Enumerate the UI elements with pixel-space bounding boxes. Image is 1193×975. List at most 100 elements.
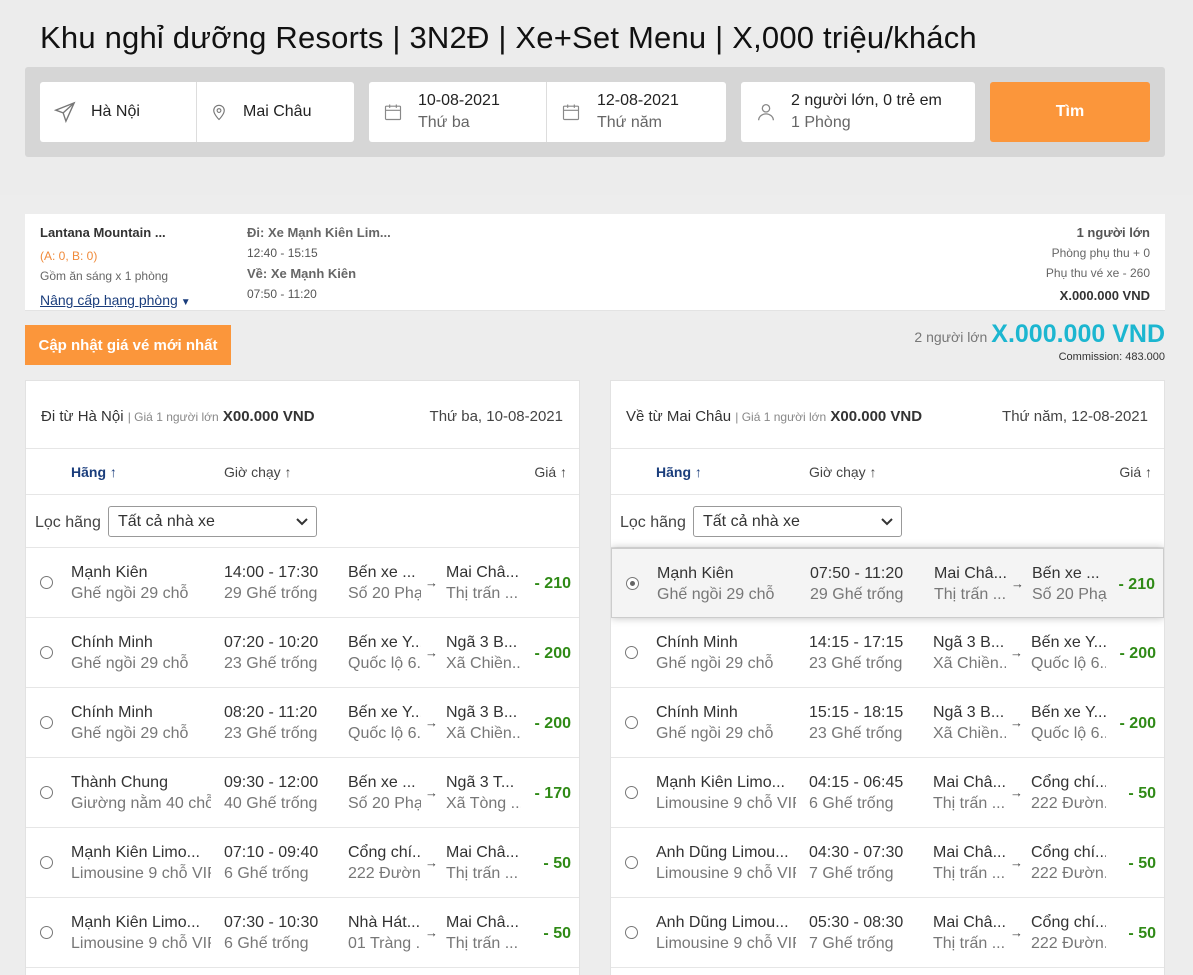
destination-field[interactable]: Mai Châu xyxy=(210,82,350,142)
trip-row[interactable]: Mạnh Kiên Ghế ngồi 29 chỗ 14:00 - 17:30 29 … xyxy=(26,548,579,618)
depart-date-field[interactable]: 10-08-2021 Thứ ba xyxy=(383,82,543,142)
depart-day: Thứ ba xyxy=(418,114,470,131)
trip-radio[interactable] xyxy=(625,856,638,869)
arrow-right-icon: → xyxy=(425,645,438,660)
trip-row[interactable]: Chính Minh Ghế ngồi 29 chỗ 14:15 - 17:15 23… xyxy=(611,618,1164,688)
page-title: Khu nghỉ dưỡng Resorts | 3N2Đ | Xe+Set M… xyxy=(40,20,977,55)
company-name: Chính Minh xyxy=(656,634,738,651)
price-note: | Giá 1 người lớn xyxy=(127,410,219,424)
sort-company[interactable]: Hãng ↑ xyxy=(656,464,702,480)
trip-row[interactable]: Chính Minh Ghế ngồi 29 chỗ 15:15 - 18:15 23… xyxy=(611,688,1164,758)
sort-time[interactable]: Giờ chạy ↑ xyxy=(224,464,292,480)
sort-company[interactable]: Hãng ↑ xyxy=(71,464,117,480)
company-select[interactable]: Tất cả nhà xe xyxy=(693,506,902,537)
trip-price: - 210 xyxy=(534,575,571,592)
trip-row[interactable]: Thành Chung Giường nằm 40 chỗ 09:30 - 12:0… xyxy=(26,758,579,828)
trip-radio[interactable] xyxy=(40,716,53,729)
sort-price[interactable]: Giá ↑ xyxy=(534,464,567,480)
trip-row[interactable]: Mạnh Kiên Limo... Limousine 9 chỗ VIP 07:3… xyxy=(26,898,579,968)
trip-price: - 200 xyxy=(534,645,571,662)
trip-radio[interactable] xyxy=(625,926,638,939)
trip-radio[interactable] xyxy=(40,576,53,589)
vehicle-type: Limousine 9 chỗ VIP xyxy=(71,935,211,952)
company-name: Anh Dũng Limou... xyxy=(656,914,789,931)
company-select[interactable]: Tất cả nhà xe xyxy=(108,506,317,537)
arrow-right-icon: → xyxy=(1010,645,1023,660)
trip-row[interactable]: Mạnh Kiên Ghế ngồi 29 chỗ 07:50 - 11:20 29 … xyxy=(611,548,1164,618)
dropoff-address: Thị trấn ... xyxy=(446,865,519,882)
vehicle-type: Limousine 9 chỗ VIP xyxy=(656,935,796,952)
chevron-down-icon xyxy=(296,518,308,526)
sort-time[interactable]: Giờ chạy ↑ xyxy=(809,464,877,480)
trip-radio[interactable] xyxy=(40,786,53,799)
trip-row[interactable]: Mạnh Kiên Limo... Limousine 9 chỗ VIP 04:1… xyxy=(611,758,1164,828)
trip-radio[interactable] xyxy=(40,856,53,869)
guests-field[interactable]: 2 người lớn, 0 trẻ em 1 Phòng xyxy=(741,82,975,142)
dropoff-address: Quốc lộ 6... xyxy=(1031,725,1106,742)
seats-available: 6 Ghế trống xyxy=(224,935,309,952)
update-price-button[interactable]: Cập nhật giá vé mới nhất xyxy=(25,325,231,365)
room-surcharge: Phòng phụ thu + 0 xyxy=(1051,246,1150,260)
seats-available: 23 Ghế trống xyxy=(809,655,903,672)
seats-available: 6 Ghế trống xyxy=(224,865,309,882)
vehicle-type: Ghế ngồi 29 chỗ xyxy=(71,585,189,602)
pickup-address: Thị trấn ... xyxy=(934,586,1007,603)
vehicle-type: Ghế ngồi 29 chỗ xyxy=(656,655,774,672)
dropoff-address: Xã Chiền... xyxy=(446,725,521,742)
departure-time: 15:15 - 18:15 xyxy=(809,704,904,721)
departure-time: 07:50 - 11:20 xyxy=(810,565,904,582)
pickup-address: Quốc lộ 6... xyxy=(348,655,421,672)
trip-row[interactable]: Anh Dũng Limou... Limousine 9 chỗ VIP 04:3… xyxy=(611,828,1164,898)
seats-available: 23 Ghế trống xyxy=(224,725,318,742)
return-date-field[interactable]: 12-08-2021 Thứ năm xyxy=(561,82,721,142)
sort-price[interactable]: Giá ↑ xyxy=(1119,464,1152,480)
trip-price: - 170 xyxy=(534,785,571,802)
return-day: Thứ năm xyxy=(597,114,662,131)
trip-radio[interactable] xyxy=(625,646,638,659)
seats-available: 6 Ghế trống xyxy=(809,795,894,812)
trip-price: - 50 xyxy=(1128,855,1156,872)
company-filter: Lọc hãng Tất cả nhà xe xyxy=(611,495,1164,548)
trip-radio[interactable] xyxy=(626,577,639,590)
trip-list: Mạnh Kiên Ghế ngồi 29 chỗ 14:00 - 17:30 29 … xyxy=(26,548,579,968)
seats-available: 7 Ghế trống xyxy=(809,865,894,882)
company-name: Chính Minh xyxy=(71,704,153,721)
column-headers: Hãng ↑ Giờ chạy ↑ Giá ↑ xyxy=(611,449,1164,495)
trip-row[interactable]: Mạnh Kiên Limo... Limousine 9 chỗ VIP 07:1… xyxy=(26,828,579,898)
price-note: | Giá 1 người lớn xyxy=(735,410,827,424)
divider xyxy=(196,82,197,142)
vehicle-type: Ghế ngồi 29 chỗ xyxy=(657,586,775,603)
destination-label: Mai Châu xyxy=(243,103,312,120)
trip-radio[interactable] xyxy=(40,646,53,659)
send-icon xyxy=(54,101,76,123)
pickup-address: Thị trấn ... xyxy=(933,935,1006,952)
dropoff-point: Bến xe ... xyxy=(1032,565,1100,582)
trip-radio[interactable] xyxy=(40,926,53,939)
trip-row[interactable]: Chính Minh Ghế ngồi 29 chỗ 08:20 - 11:20 23… xyxy=(26,688,579,758)
vehicle-type: Giường nằm 40 chỗ xyxy=(71,795,211,812)
trip-row[interactable]: Chính Minh Ghế ngồi 29 chỗ 07:20 - 10:20 23… xyxy=(26,618,579,688)
upgrade-room-link[interactable]: Nâng cấp hạng phòng ▼ xyxy=(40,292,191,308)
trip-radio[interactable] xyxy=(625,716,638,729)
hotel-name: Lantana Mountain ... xyxy=(40,225,166,240)
filter-label: Lọc hãng xyxy=(620,514,686,531)
origin-field[interactable]: Hà Nội xyxy=(54,82,194,142)
arrow-right-icon: → xyxy=(1010,925,1023,940)
panel-route: Về từ Mai Châu xyxy=(626,408,732,425)
departure-time: 09:30 - 12:00 xyxy=(224,774,319,791)
company-select-value: Tất cả nhà xe xyxy=(118,513,215,530)
caret-down-icon: ▼ xyxy=(180,297,191,308)
pickup-point: Mai Châ... xyxy=(934,565,1007,582)
pickup-address: Số 20 Phạ... xyxy=(348,795,421,812)
panel-route: Đi từ Hà Nội xyxy=(41,408,124,425)
occupancy: (A: 0, B: 0) xyxy=(40,249,98,263)
dropoff-point: Bến xe Y... xyxy=(1031,634,1106,651)
divider xyxy=(546,82,547,142)
search-button[interactable]: Tìm xyxy=(990,82,1150,142)
return-date: 12-08-2021 xyxy=(597,92,679,109)
pickup-point: Mai Châ... xyxy=(933,844,1006,861)
departure-time: 07:10 - 09:40 xyxy=(224,844,319,861)
trip-row[interactable]: Anh Dũng Limou... Limousine 9 chỗ VIP 05:3… xyxy=(611,898,1164,968)
trip-radio[interactable] xyxy=(625,786,638,799)
dropoff-address: 222 Đườn... xyxy=(1031,795,1106,812)
